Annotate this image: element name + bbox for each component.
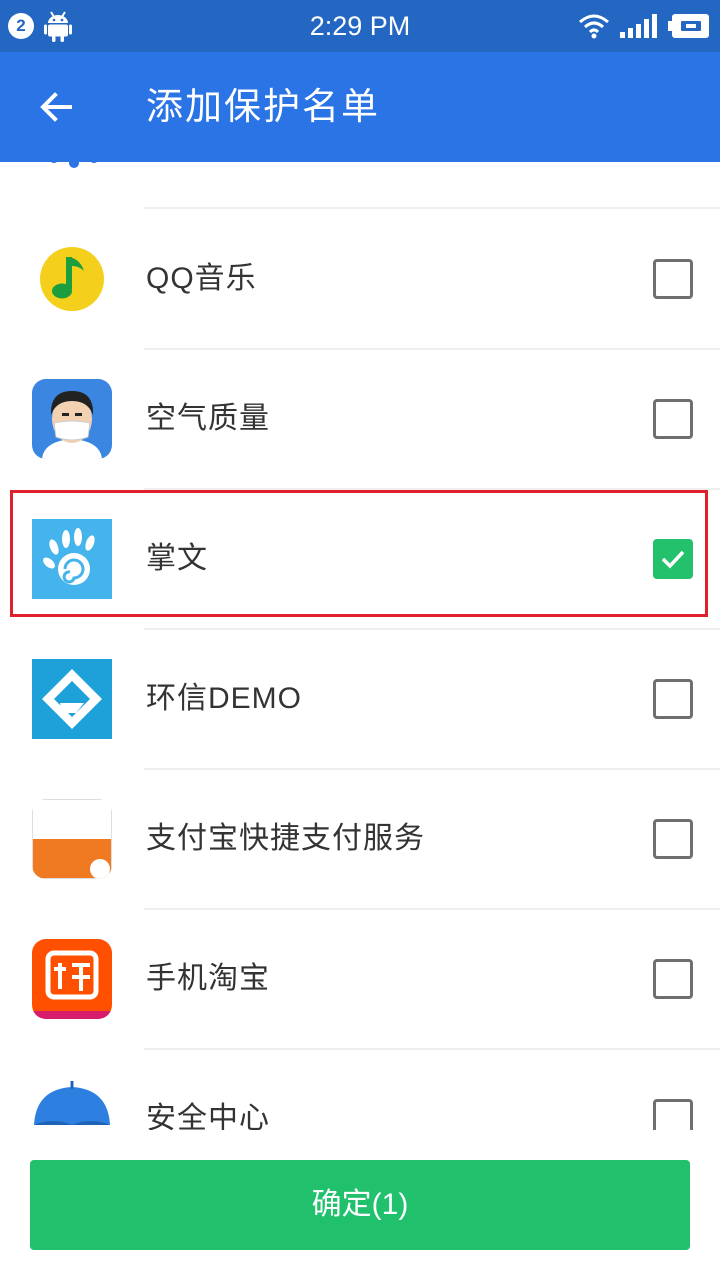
arrow-left-icon	[40, 92, 72, 122]
page-title: 添加保护名单	[146, 85, 380, 128]
checkbox[interactable]	[653, 959, 693, 999]
app-name: 环信DEMO	[146, 682, 302, 715]
app-name: 掌文	[146, 542, 208, 575]
back-button[interactable]	[28, 79, 84, 135]
app-list[interactable]: QQ音乐 空气质量 掌文 环信DEMO 支付宝快捷支付服务 手机淘宝 安全中心	[0, 162, 720, 1130]
checkbox[interactable]	[653, 259, 693, 299]
signal-icon	[620, 14, 657, 38]
alipay-quickpay-icon	[32, 799, 112, 879]
air-quality-icon	[32, 379, 112, 459]
app-name: QQ音乐	[146, 262, 257, 295]
status-bar: 2 2:29 PM	[0, 0, 720, 52]
list-item-zhangwen[interactable]: 掌文	[0, 489, 720, 629]
huanxin-demo-icon	[32, 659, 112, 739]
app-name: 安全中心	[146, 1102, 270, 1130]
qq-music-icon	[32, 239, 112, 319]
zhangwen-icon	[32, 519, 112, 599]
app-name: 手机淘宝	[146, 962, 270, 995]
bottom-bar: 确定(1)	[0, 1130, 720, 1280]
checkbox-checked[interactable]	[653, 539, 693, 579]
checkbox[interactable]	[653, 399, 693, 439]
battery-icon	[668, 14, 709, 38]
partial-app-icon	[51, 162, 97, 168]
partial-list-item	[0, 162, 720, 208]
list-item-huanxin-demo[interactable]: 环信DEMO	[0, 629, 720, 769]
confirm-button[interactable]: 确定(1)	[30, 1160, 690, 1250]
list-item-air-quality[interactable]: 空气质量	[0, 349, 720, 489]
checkbox[interactable]	[653, 819, 693, 859]
wifi-icon	[579, 14, 609, 39]
checkbox[interactable]	[653, 1099, 693, 1130]
app-name: 支付宝快捷支付服务	[146, 822, 425, 855]
list-item-alipay-quickpay[interactable]: 支付宝快捷支付服务	[0, 769, 720, 909]
list-item-taobao[interactable]: 手机淘宝	[0, 909, 720, 1049]
status-time: 2:29 PM	[309, 11, 411, 41]
security-center-icon	[32, 1079, 112, 1130]
app-name: 空气质量	[146, 402, 270, 435]
checkbox[interactable]	[653, 679, 693, 719]
checkmark-icon	[661, 550, 685, 569]
taobao-icon	[32, 939, 112, 1019]
list-item-qq-music[interactable]: QQ音乐	[0, 209, 720, 349]
app-bar: 添加保护名单	[0, 52, 720, 162]
list-item-security-center[interactable]: 安全中心	[0, 1049, 720, 1130]
